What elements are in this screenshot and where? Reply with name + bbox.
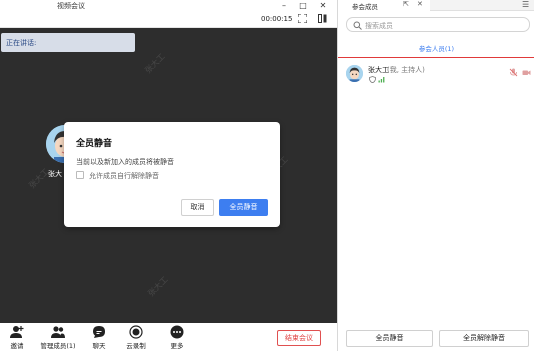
dialog-title: 全员静音: [76, 139, 113, 149]
mute-all-button[interactable]: 全员静音: [346, 330, 433, 347]
mic-muted-icon[interactable]: [509, 68, 518, 77]
layout-icon[interactable]: [316, 14, 328, 26]
tab-attendees-label: 参会人员(1): [418, 45, 455, 53]
member-name: 张大工: [368, 66, 389, 74]
invite-button[interactable]: 邀请: [6, 325, 28, 351]
end-meeting-button[interactable]: 结束会议: [277, 330, 321, 346]
search-placeholder: 搜索成员: [365, 22, 393, 30]
maximize-icon[interactable]: □: [296, 0, 310, 12]
participants-panel: 参会成员 ⇱ ✕ ☰ 搜索成员 参会人员(1) 张大工 (我, 主持人) 全员静…: [337, 0, 534, 351]
watermark: 张大工: [146, 274, 170, 299]
chat-label: 聊天: [92, 342, 106, 350]
window-title: 视频会议: [57, 2, 85, 10]
tab-participants-label: 参会成员: [352, 3, 378, 11]
tab-participants[interactable]: 参会成员 ⇱ ✕: [338, 0, 430, 11]
avatar: [346, 65, 363, 82]
cloud-record-button[interactable]: 云录制: [124, 325, 148, 351]
list-item[interactable]: 张大工 (我, 主持人): [338, 60, 534, 88]
watermark: 张大工: [143, 51, 167, 76]
allow-self-unmute-checkbox[interactable]: [76, 171, 84, 179]
minimize-icon[interactable]: –: [277, 0, 291, 12]
members-icon: [51, 326, 65, 338]
invite-label: 邀请: [10, 342, 24, 350]
tab-attendees[interactable]: 参会人员(1): [338, 38, 534, 58]
speaking-indicator: 正在讲话:: [1, 33, 135, 52]
meeting-infobar: 00:00:15: [0, 12, 337, 28]
panel-tabbar: 参会成员 ⇱ ✕ ☰: [338, 0, 534, 11]
add-user-icon: [10, 326, 24, 338]
member-role: (我, 主持人): [387, 66, 425, 74]
signal-icon: [378, 77, 385, 83]
cloud-record-label: 云录制: [126, 342, 146, 350]
cancel-button[interactable]: 取消: [181, 199, 214, 216]
manage-members-button[interactable]: 管理成员(1): [38, 325, 78, 351]
search-icon: [353, 21, 362, 30]
fullscreen-icon[interactable]: [296, 13, 308, 26]
close-icon[interactable]: ✕: [316, 0, 330, 12]
popout-icon[interactable]: ⇱: [403, 0, 409, 8]
more-label: 更多: [170, 342, 184, 350]
dialog-message: 当前以及新加入的成员将被静音: [76, 158, 174, 166]
meeting-area: 视频会议 – □ ✕ 00:00:15 正在讲话: 张大工 张大工 张大工 张大…: [0, 0, 337, 351]
record-icon: [129, 325, 143, 339]
window-titlebar: 视频会议 – □ ✕: [0, 0, 337, 12]
allow-self-unmute-label[interactable]: 允许成员自行解除静音: [89, 171, 159, 181]
shield-icon: [369, 76, 376, 83]
manage-members-label: 管理成员(1): [40, 342, 76, 350]
meeting-timer: 00:00:15: [261, 15, 293, 23]
menu-icon[interactable]: ☰: [522, 0, 529, 9]
search-members-input[interactable]: 搜索成员: [346, 17, 530, 32]
chat-icon: [93, 326, 105, 338]
speaker-name: 张大: [48, 170, 62, 178]
unmute-all-button[interactable]: 全员解除静音: [439, 330, 529, 347]
confirm-mute-all-button[interactable]: 全员静音: [219, 199, 268, 216]
chat-button[interactable]: 聊天: [88, 325, 110, 351]
close-panel-icon[interactable]: ✕: [417, 0, 423, 8]
more-icon: [170, 325, 184, 339]
speaking-label: 正在讲话:: [6, 39, 37, 47]
more-button[interactable]: 更多: [166, 325, 188, 351]
mute-all-dialog: 全员静音 当前以及新加入的成员将被静音 允许成员自行解除静音 取消 全员静音: [64, 122, 280, 227]
camera-off-icon[interactable]: [522, 68, 531, 77]
